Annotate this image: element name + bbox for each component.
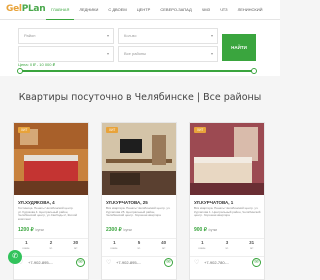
listing-stats: 1 комн. 5 эт. 40 м² [102,238,176,254]
stat-value: 1 [113,240,116,245]
listing-contact: ♡ +7-902-895-... ✉ [102,256,176,268]
top-navigation-bar: GelPLan ГЛАВНАЯ ЛЕДНИКИ С ДВОЕМ ЦЕНТР СЕ… [0,0,280,20]
page-title: Квартиры посуточно в Челябинске | Все ра… [18,92,262,103]
listing-contact: ♡ +7-902-895-... ✉ [14,256,88,268]
chevron-down-icon: ▾ [210,51,213,56]
stat-value: 40 [161,240,167,245]
phone-number[interactable]: +7-902-895-... [116,260,141,265]
chevron-down-icon: ▾ [210,33,213,38]
listing-stats: 1 комн. 3 эт. 31 м² [190,238,264,254]
listing-price: 2300 ₽ /сутки [106,227,132,233]
main-nav: ГЛАВНАЯ ЛЕДНИКИ С ДВОЕМ ЦЕНТР СЕВЕРО-ЗАП… [46,0,268,20]
stat-label: эт. [225,246,229,250]
listing-photo[interactable]: ХИТ [102,123,176,195]
price-value: 2300 ₽ [106,227,122,233]
stat-value: 3 [225,240,229,245]
hit-badge: ХИТ [18,127,31,133]
area-select-label: Все районы [124,51,146,56]
stat-value: 1 [25,240,28,245]
phone-number[interactable]: +7-902-780-... [204,260,229,265]
listing-price: 900 ₽ /сутки [194,227,217,233]
rooms-stat: 1 комн. [102,239,127,254]
district-select-label: Район [24,33,36,38]
price-slider-max-handle[interactable] [251,68,257,74]
phone-number[interactable]: +7-902-895-... [28,260,53,265]
nav-item-s-dvoem[interactable]: С ДВОЕМ [103,0,131,20]
whatsapp-icon[interactable]: ✆ [8,250,22,264]
chevron-down-icon: ▾ [106,33,109,38]
listing-description: Вся квартира. Пенаты Челябинский центр. … [194,206,261,218]
listing-description: Гостиница. Пенаты Челябинский центр. ул.… [18,206,78,221]
listing-photo[interactable]: ХИТ [190,123,264,195]
nav-item-leninsky[interactable]: ЛЕНИНСКИЙ [233,0,268,20]
area-stat: 30 м² [63,239,88,254]
hit-badge: ХИТ [194,127,207,133]
listing-address[interactable]: УЛ.КУРЧАТОВА, 25 [106,200,148,205]
rooms-stat: 1 комн. [190,239,215,254]
price-unit: /сутки [35,228,44,232]
price-value: 900 ₽ [194,227,207,233]
stat-label: комн. [22,246,31,250]
stat-label: м² [250,246,254,250]
nav-item-center[interactable]: ЦЕНТР [132,0,156,20]
nav-item-north-west[interactable]: СЕВЕРО-ЗАПАД [155,0,196,20]
stat-value: 5 [137,240,141,245]
chevron-down-icon: ▾ [106,51,109,56]
district-select[interactable]: Район ▾ [18,28,114,44]
listing-address[interactable]: УЛ.КУРЧАТОВА, 1 [194,200,233,205]
hit-badge: ХИТ [106,127,119,133]
listing-price: 1200 ₽ /сутки [18,227,44,233]
price-range-label: Цена: 0 ₽ - 10 000 ₽ [18,62,56,67]
logo-accent-text: PLan [21,4,46,14]
stat-value: 30 [73,240,79,245]
listing-photo[interactable]: ХИТ [14,123,88,195]
rooms-select[interactable]: Кол-во ▾ [118,28,218,44]
price-slider-min-handle[interactable] [17,68,23,74]
floor-stat: 5 эт. [127,239,152,254]
stat-label: комн. [110,246,119,250]
nav-item-chtz[interactable]: ЧТЗ [215,0,232,20]
listing-description: Вся квартира. Пенаты Челябинский центр. … [106,206,171,218]
message-icon[interactable]: ✉ [252,258,261,267]
stat-label: эт. [49,246,53,250]
search-filter-panel: Район ▾ Кол-во ▾ ▾ Все районы ▾ НАЙТИ Це… [0,20,280,76]
stat-label: м² [162,246,166,250]
nav-item-chmz[interactable]: ЧМЗ [197,0,215,20]
price-slider-track[interactable] [18,70,256,72]
heart-icon[interactable]: ♡ [194,259,199,266]
listing-contact: ♡ +7-902-780-... ✉ [190,256,264,268]
stat-value: 2 [49,240,53,245]
price-unit: /сутки [123,228,132,232]
stat-value: 1 [201,240,204,245]
rooms-select-label: Кол-во [124,33,137,38]
price-unit: /сутки [208,228,218,232]
search-button[interactable]: НАЙТИ [222,34,256,61]
site-logo[interactable]: GelPLan [6,4,46,14]
area-select[interactable]: Все районы ▾ [118,46,218,62]
listing-address[interactable]: УЛ.ХУДЯКОВА, 4 [18,200,55,205]
price-value: 1200 ₽ [18,227,34,233]
message-icon[interactable]: ✉ [76,258,85,267]
stat-label: эт. [137,246,141,250]
type-select[interactable]: ▾ [18,46,114,62]
listing-card[interactable]: ХИТ УЛ.КУРЧАТОВА, 1 Вся квартира. Пенаты… [189,122,265,280]
floor-stat: 3 эт. [215,239,240,254]
listing-card[interactable]: ХИТ УЛ.ХУДЯКОВА, 4 Гостиница. Пенаты Чел… [13,122,89,280]
logo-text: Gel [6,4,22,14]
stat-label: комн. [198,246,207,250]
message-icon[interactable]: ✉ [164,258,173,267]
heart-icon[interactable]: ♡ [106,259,111,266]
stat-value: 31 [249,240,255,245]
nav-item-ledniki[interactable]: ЛЕДНИКИ [74,0,103,20]
listing-stats: 1 комн. 2 эт. 30 м² [14,238,88,254]
floor-stat: 2 эт. [39,239,64,254]
stat-label: м² [74,246,78,250]
listing-card[interactable]: ХИТ УЛ.КУРЧАТОВА, 25 Вся квартира. Пенат… [101,122,177,280]
area-stat: 31 м² [239,239,264,254]
area-stat: 40 м² [151,239,176,254]
nav-item-main[interactable]: ГЛАВНАЯ [46,0,75,20]
